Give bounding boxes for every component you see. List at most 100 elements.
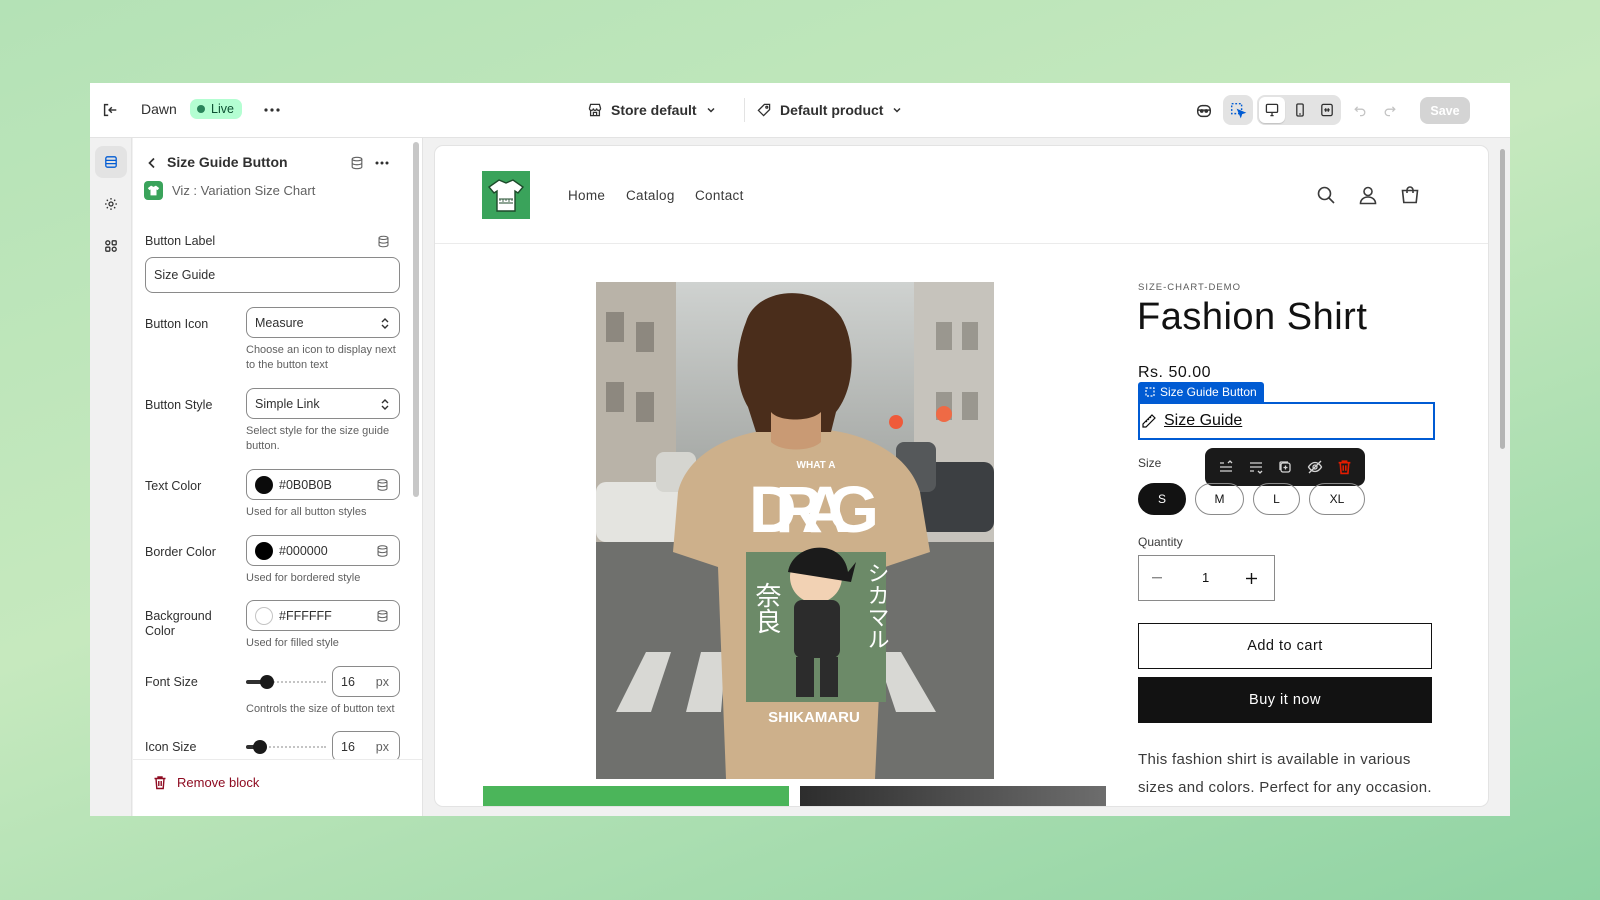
icon-size-input[interactable]: 16 px: [332, 731, 400, 762]
add-to-cart-button[interactable]: Add to cart: [1138, 623, 1432, 669]
desktop-view-icon[interactable]: [1259, 97, 1285, 123]
full-width-view-icon[interactable]: [1314, 97, 1340, 123]
background-color-picker[interactable]: #FFFFFF: [246, 600, 400, 631]
shirt-print-left-jp: 奈良: [751, 582, 781, 634]
size-option-l[interactable]: L: [1253, 483, 1300, 515]
save-button[interactable]: Save: [1420, 97, 1470, 124]
product-thumbnail-2[interactable]: [800, 786, 1106, 806]
nav-catalog[interactable]: Catalog: [626, 188, 675, 203]
quantity-label: Quantity: [1138, 535, 1183, 549]
panel-scrollbar[interactable]: [413, 142, 419, 497]
size-guide-link[interactable]: Size Guide: [1164, 412, 1242, 430]
size-option-s[interactable]: S: [1138, 483, 1186, 515]
sidekick-icon[interactable]: [1191, 98, 1217, 124]
dynamic-source-icon[interactable]: [373, 231, 393, 251]
slider-thumb[interactable]: [260, 675, 274, 689]
quantity-stepper: 1: [1138, 555, 1275, 601]
select-arrows-icon: [381, 318, 389, 329]
editor-rail: [90, 138, 132, 816]
button-icon-select[interactable]: Measure: [246, 307, 400, 338]
button-style-label: Button Style: [145, 398, 213, 412]
button-icon-label: Button Icon: [145, 317, 209, 331]
block-settings-panel: Size Guide Button Viz : Variation Size C…: [133, 138, 423, 816]
move-up-icon[interactable]: [1218, 459, 1234, 475]
account-icon[interactable]: [1356, 183, 1380, 207]
sections-icon[interactable]: [95, 146, 127, 178]
buy-now-button[interactable]: Buy it now: [1138, 677, 1432, 723]
product-description: This fashion shirt is available in vario…: [1138, 751, 1432, 796]
inspector-toggle-icon[interactable]: [1223, 95, 1253, 125]
redo-icon[interactable]: [1378, 98, 1402, 122]
icon-size-slider[interactable]: [246, 740, 326, 754]
button-style-select[interactable]: Simple Link: [246, 388, 400, 419]
block-select-icon: [1145, 387, 1155, 397]
search-icon[interactable]: [1314, 183, 1338, 207]
undo-icon[interactable]: [1348, 98, 1372, 122]
more-actions-icon[interactable]: [260, 98, 284, 122]
apps-icon[interactable]: [95, 230, 127, 262]
measure-icon: [1142, 414, 1156, 428]
text-color-swatch[interactable]: [255, 475, 273, 494]
delete-icon[interactable]: [1337, 459, 1352, 475]
background-color-hint: Used for filled style: [246, 637, 339, 649]
panel-title: Size Guide Button: [167, 154, 288, 170]
quantity-value[interactable]: 1: [1202, 570, 1209, 585]
border-color-swatch[interactable]: [255, 541, 273, 560]
size-option-m[interactable]: M: [1195, 483, 1244, 515]
back-arrow-icon[interactable]: [142, 153, 162, 173]
border-color-value: #000000: [279, 543, 328, 558]
storefront-preview: Home Catalog Contact WHAT A DRAG 奈良 シカマル…: [435, 146, 1488, 806]
settings-gear-icon[interactable]: [95, 188, 127, 220]
border-color-picker[interactable]: #000000: [246, 535, 400, 566]
font-size-input[interactable]: 16 px: [332, 666, 400, 697]
button-icon-value: Measure: [255, 315, 304, 330]
font-size-unit: px: [375, 674, 389, 689]
cart-icon[interactable]: [1398, 183, 1422, 207]
theme-editor-window: Dawn Live Store default Default product: [90, 83, 1510, 816]
exit-icon[interactable]: [98, 98, 122, 122]
dynamic-source-icon: [377, 478, 388, 491]
template-selector-label: Default product: [780, 102, 884, 118]
live-badge: Live: [190, 99, 242, 119]
plus-icon[interactable]: [1239, 566, 1263, 590]
remove-block-label: Remove block: [177, 774, 260, 790]
app-logo-icon: [144, 181, 163, 200]
font-size-slider[interactable]: [246, 675, 326, 689]
product-image[interactable]: WHAT A DRAG 奈良 シカマル SHIKAMARU: [596, 282, 994, 779]
text-color-picker[interactable]: #0B0B0B: [246, 469, 400, 500]
panel-more-icon[interactable]: [370, 153, 394, 173]
button-label-value: Size Guide: [154, 268, 216, 282]
button-label-field-label: Button Label: [145, 234, 216, 248]
store-icon: [588, 103, 602, 117]
minus-icon[interactable]: [1145, 566, 1169, 590]
live-badge-label: Live: [211, 102, 234, 116]
background-color-swatch[interactable]: [255, 606, 273, 625]
product-price: Rs. 50.00: [1138, 364, 1211, 381]
store-logo[interactable]: [482, 171, 530, 219]
size-guide-block[interactable]: Size Guide: [1138, 402, 1435, 440]
hide-icon[interactable]: [1307, 459, 1323, 475]
product-title: Fashion Shirt: [1137, 296, 1368, 338]
dynamic-source-icon[interactable]: [347, 153, 367, 173]
product-thumbnail-1[interactable]: [483, 786, 789, 806]
background-color-label: Background Color: [145, 609, 212, 638]
size-option-xl[interactable]: XL: [1309, 483, 1365, 515]
font-size-label: Font Size: [145, 675, 198, 689]
selected-block-tag[interactable]: Size Guide Button: [1138, 382, 1264, 402]
app-name: Viz : Variation Size Chart: [172, 183, 316, 198]
header-divider: [435, 243, 1488, 244]
background-color-value: #FFFFFF: [279, 608, 332, 623]
duplicate-icon[interactable]: [1277, 459, 1293, 475]
store-selector-label: Store default: [611, 102, 697, 118]
mobile-view-icon[interactable]: [1287, 97, 1313, 123]
slider-thumb[interactable]: [253, 740, 267, 754]
store-selector[interactable]: Store default: [587, 97, 717, 123]
remove-block-button[interactable]: Remove block: [153, 770, 259, 794]
nav-home[interactable]: Home: [568, 188, 605, 203]
button-label-input[interactable]: Size Guide: [145, 257, 400, 293]
template-selector[interactable]: Default product: [756, 97, 903, 123]
move-down-icon[interactable]: [1248, 459, 1264, 475]
topbar-divider: [744, 98, 745, 122]
nav-contact[interactable]: Contact: [695, 188, 744, 203]
preview-scrollbar[interactable]: [1500, 149, 1505, 449]
